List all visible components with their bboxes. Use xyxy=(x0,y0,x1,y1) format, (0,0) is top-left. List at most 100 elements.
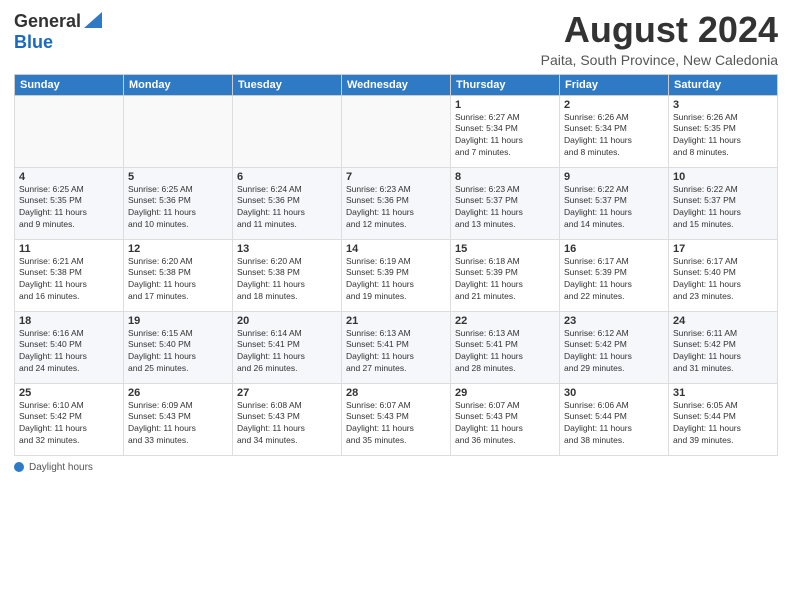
day-number: 6 xyxy=(237,171,337,183)
day-info: Sunrise: 6:20 AM Sunset: 5:38 PM Dayligh… xyxy=(237,256,337,304)
day-cell: 8Sunrise: 6:23 AM Sunset: 5:37 PM Daylig… xyxy=(451,167,560,239)
day-cell: 30Sunrise: 6:06 AM Sunset: 5:44 PM Dayli… xyxy=(560,383,669,455)
day-number: 7 xyxy=(346,171,446,183)
day-cell xyxy=(124,95,233,167)
calendar-table: SundayMondayTuesdayWednesdayThursdayFrid… xyxy=(14,74,778,456)
day-number: 28 xyxy=(346,387,446,399)
col-header-monday: Monday xyxy=(124,74,233,95)
day-info: Sunrise: 6:06 AM Sunset: 5:44 PM Dayligh… xyxy=(564,400,664,448)
day-number: 24 xyxy=(673,315,773,327)
day-info: Sunrise: 6:10 AM Sunset: 5:42 PM Dayligh… xyxy=(19,400,119,448)
day-cell: 2Sunrise: 6:26 AM Sunset: 5:34 PM Daylig… xyxy=(560,95,669,167)
day-cell: 11Sunrise: 6:21 AM Sunset: 5:38 PM Dayli… xyxy=(15,239,124,311)
day-cell: 20Sunrise: 6:14 AM Sunset: 5:41 PM Dayli… xyxy=(233,311,342,383)
day-cell: 5Sunrise: 6:25 AM Sunset: 5:36 PM Daylig… xyxy=(124,167,233,239)
day-info: Sunrise: 6:13 AM Sunset: 5:41 PM Dayligh… xyxy=(455,328,555,376)
day-cell: 29Sunrise: 6:07 AM Sunset: 5:43 PM Dayli… xyxy=(451,383,560,455)
day-info: Sunrise: 6:25 AM Sunset: 5:36 PM Dayligh… xyxy=(128,184,228,232)
day-cell: 17Sunrise: 6:17 AM Sunset: 5:40 PM Dayli… xyxy=(669,239,778,311)
day-number: 20 xyxy=(237,315,337,327)
day-number: 26 xyxy=(128,387,228,399)
day-cell: 18Sunrise: 6:16 AM Sunset: 5:40 PM Dayli… xyxy=(15,311,124,383)
day-info: Sunrise: 6:09 AM Sunset: 5:43 PM Dayligh… xyxy=(128,400,228,448)
day-info: Sunrise: 6:07 AM Sunset: 5:43 PM Dayligh… xyxy=(346,400,446,448)
day-number: 16 xyxy=(564,243,664,255)
col-header-thursday: Thursday xyxy=(451,74,560,95)
day-cell: 1Sunrise: 6:27 AM Sunset: 5:34 PM Daylig… xyxy=(451,95,560,167)
logo-general-text: General xyxy=(14,12,81,32)
day-info: Sunrise: 6:20 AM Sunset: 5:38 PM Dayligh… xyxy=(128,256,228,304)
day-info: Sunrise: 6:23 AM Sunset: 5:37 PM Dayligh… xyxy=(455,184,555,232)
calendar-page: General Blue August 2024 Paita, South Pr… xyxy=(0,0,792,612)
day-number: 8 xyxy=(455,171,555,183)
day-info: Sunrise: 6:24 AM Sunset: 5:36 PM Dayligh… xyxy=(237,184,337,232)
day-number: 18 xyxy=(19,315,119,327)
day-cell: 28Sunrise: 6:07 AM Sunset: 5:43 PM Dayli… xyxy=(342,383,451,455)
week-row-1: 1Sunrise: 6:27 AM Sunset: 5:34 PM Daylig… xyxy=(15,95,778,167)
day-info: Sunrise: 6:26 AM Sunset: 5:35 PM Dayligh… xyxy=(673,112,773,160)
day-number: 9 xyxy=(564,171,664,183)
week-row-2: 4Sunrise: 6:25 AM Sunset: 5:35 PM Daylig… xyxy=(15,167,778,239)
day-info: Sunrise: 6:27 AM Sunset: 5:34 PM Dayligh… xyxy=(455,112,555,160)
day-number: 21 xyxy=(346,315,446,327)
day-cell: 24Sunrise: 6:11 AM Sunset: 5:42 PM Dayli… xyxy=(669,311,778,383)
day-cell: 13Sunrise: 6:20 AM Sunset: 5:38 PM Dayli… xyxy=(233,239,342,311)
day-cell: 27Sunrise: 6:08 AM Sunset: 5:43 PM Dayli… xyxy=(233,383,342,455)
day-info: Sunrise: 6:07 AM Sunset: 5:43 PM Dayligh… xyxy=(455,400,555,448)
day-number: 31 xyxy=(673,387,773,399)
day-cell: 14Sunrise: 6:19 AM Sunset: 5:39 PM Dayli… xyxy=(342,239,451,311)
col-header-sunday: Sunday xyxy=(15,74,124,95)
day-cell: 21Sunrise: 6:13 AM Sunset: 5:41 PM Dayli… xyxy=(342,311,451,383)
header-row: SundayMondayTuesdayWednesdayThursdayFrid… xyxy=(15,74,778,95)
day-info: Sunrise: 6:22 AM Sunset: 5:37 PM Dayligh… xyxy=(673,184,773,232)
day-info: Sunrise: 6:21 AM Sunset: 5:38 PM Dayligh… xyxy=(19,256,119,304)
day-cell: 3Sunrise: 6:26 AM Sunset: 5:35 PM Daylig… xyxy=(669,95,778,167)
calendar-title: August 2024 xyxy=(541,10,778,50)
day-cell: 7Sunrise: 6:23 AM Sunset: 5:36 PM Daylig… xyxy=(342,167,451,239)
day-cell: 25Sunrise: 6:10 AM Sunset: 5:42 PM Dayli… xyxy=(15,383,124,455)
day-number: 22 xyxy=(455,315,555,327)
day-info: Sunrise: 6:16 AM Sunset: 5:40 PM Dayligh… xyxy=(19,328,119,376)
day-cell: 23Sunrise: 6:12 AM Sunset: 5:42 PM Dayli… xyxy=(560,311,669,383)
day-info: Sunrise: 6:14 AM Sunset: 5:41 PM Dayligh… xyxy=(237,328,337,376)
day-number: 2 xyxy=(564,99,664,111)
title-section: August 2024 Paita, South Province, New C… xyxy=(541,10,778,68)
day-cell xyxy=(342,95,451,167)
day-number: 27 xyxy=(237,387,337,399)
day-info: Sunrise: 6:19 AM Sunset: 5:39 PM Dayligh… xyxy=(346,256,446,304)
day-info: Sunrise: 6:25 AM Sunset: 5:35 PM Dayligh… xyxy=(19,184,119,232)
day-cell: 22Sunrise: 6:13 AM Sunset: 5:41 PM Dayli… xyxy=(451,311,560,383)
day-cell: 26Sunrise: 6:09 AM Sunset: 5:43 PM Dayli… xyxy=(124,383,233,455)
calendar-subtitle: Paita, South Province, New Caledonia xyxy=(541,52,778,68)
day-number: 17 xyxy=(673,243,773,255)
daylight-dot-icon xyxy=(14,462,24,472)
day-cell: 31Sunrise: 6:05 AM Sunset: 5:44 PM Dayli… xyxy=(669,383,778,455)
day-number: 14 xyxy=(346,243,446,255)
col-header-friday: Friday xyxy=(560,74,669,95)
day-number: 3 xyxy=(673,99,773,111)
day-info: Sunrise: 6:11 AM Sunset: 5:42 PM Dayligh… xyxy=(673,328,773,376)
day-number: 23 xyxy=(564,315,664,327)
day-number: 10 xyxy=(673,171,773,183)
col-header-tuesday: Tuesday xyxy=(233,74,342,95)
day-cell: 4Sunrise: 6:25 AM Sunset: 5:35 PM Daylig… xyxy=(15,167,124,239)
day-info: Sunrise: 6:26 AM Sunset: 5:34 PM Dayligh… xyxy=(564,112,664,160)
day-number: 1 xyxy=(455,99,555,111)
day-info: Sunrise: 6:13 AM Sunset: 5:41 PM Dayligh… xyxy=(346,328,446,376)
day-number: 25 xyxy=(19,387,119,399)
logo: General Blue xyxy=(14,10,102,53)
day-number: 15 xyxy=(455,243,555,255)
day-info: Sunrise: 6:22 AM Sunset: 5:37 PM Dayligh… xyxy=(564,184,664,232)
week-row-5: 25Sunrise: 6:10 AM Sunset: 5:42 PM Dayli… xyxy=(15,383,778,455)
week-row-4: 18Sunrise: 6:16 AM Sunset: 5:40 PM Dayli… xyxy=(15,311,778,383)
day-cell xyxy=(15,95,124,167)
day-cell: 16Sunrise: 6:17 AM Sunset: 5:39 PM Dayli… xyxy=(560,239,669,311)
day-cell: 19Sunrise: 6:15 AM Sunset: 5:40 PM Dayli… xyxy=(124,311,233,383)
col-header-wednesday: Wednesday xyxy=(342,74,451,95)
day-number: 29 xyxy=(455,387,555,399)
day-number: 12 xyxy=(128,243,228,255)
day-cell xyxy=(233,95,342,167)
day-info: Sunrise: 6:17 AM Sunset: 5:39 PM Dayligh… xyxy=(564,256,664,304)
day-number: 4 xyxy=(19,171,119,183)
logo-blue-text: Blue xyxy=(14,33,53,53)
